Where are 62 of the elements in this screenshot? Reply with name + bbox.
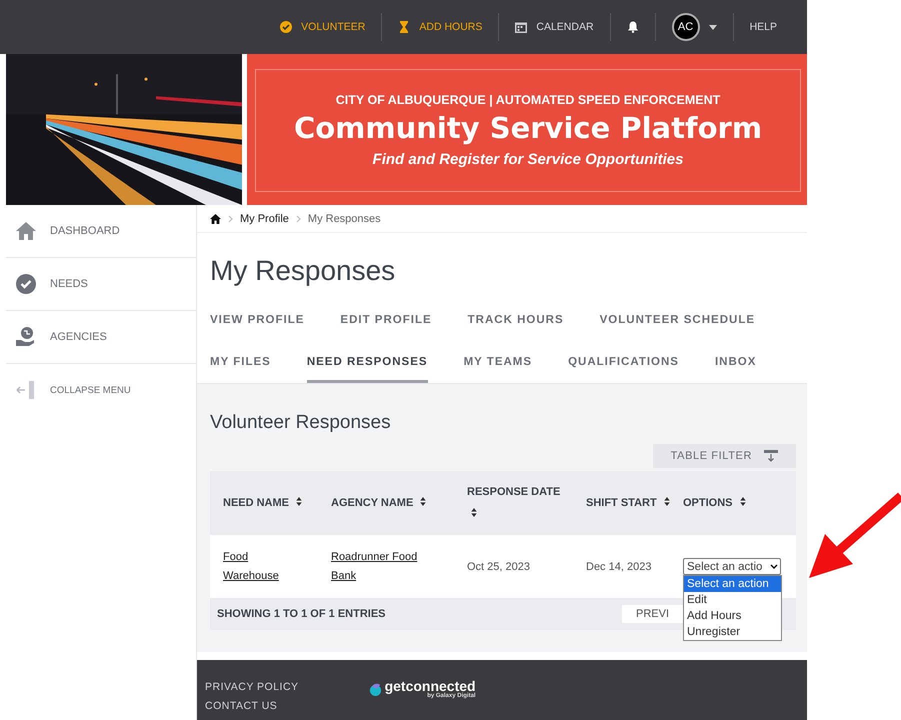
column-header[interactable]: NEED NAME — [210, 497, 318, 509]
dropdown-option[interactable]: Select an action — [684, 576, 781, 592]
footer-link[interactable]: PRIVACY POLICY — [205, 680, 299, 692]
sort-icon — [740, 497, 746, 506]
caret-icon — [708, 24, 717, 30]
section-title: Volunteer Responses — [210, 412, 392, 434]
tab[interactable]: MY TEAMS — [464, 341, 532, 383]
sort-icon — [471, 508, 477, 517]
nav-link[interactable]: ADD HOURS — [382, 21, 498, 33]
sort-icon — [664, 497, 670, 506]
table-cell-text: Dec 14, 2023 — [585, 560, 652, 572]
account-button[interactable]: AC — [656, 13, 733, 41]
dropdown-option[interactable]: Edit — [684, 592, 781, 608]
check-circle-icon — [280, 21, 292, 33]
column-header[interactable]: RESPONSE DATE — [454, 481, 573, 525]
tab[interactable]: TRACK HOURS — [468, 311, 564, 329]
bell-icon — [626, 21, 639, 33]
agency-link[interactable]: Roadrunner Food Bank — [331, 548, 426, 586]
nav-link[interactable]: VOLUNTEER — [264, 21, 382, 33]
check-circle-icon — [16, 274, 36, 294]
footer-link[interactable]: CONTACT US — [205, 700, 299, 712]
dropdown-option[interactable]: Unregister — [684, 624, 781, 640]
column-header[interactable]: AGENCY NAME — [318, 497, 454, 509]
sidebar-item[interactable]: NEEDS — [6, 258, 196, 311]
nav-link[interactable]: HELP — [734, 21, 793, 33]
breadcrumb-link[interactable]: My Profile — [240, 212, 289, 224]
table-cell-text: Oct 25, 2023 — [466, 560, 531, 572]
chevron-icon — [296, 214, 301, 222]
column-header[interactable]: OPTIONS — [670, 497, 796, 509]
logo-icon — [368, 682, 382, 696]
banner-title: Community Service Platform — [294, 111, 762, 145]
chevron-icon — [228, 214, 233, 222]
tab[interactable]: VIEW PROFILE — [210, 311, 304, 329]
dropdown-option[interactable]: Add Hours — [684, 608, 781, 624]
tab[interactable]: QUALIFICATIONS — [568, 341, 679, 383]
tab[interactable]: EDIT PROFILE — [340, 311, 432, 329]
table-filter-button[interactable]: TABLE FILTER — [652, 444, 796, 468]
calendar-icon — [515, 21, 528, 33]
home-icon — [16, 221, 36, 241]
tab[interactable]: VOLUNTEER SCHEDULE — [600, 311, 756, 329]
sort-icon — [420, 497, 426, 506]
collapse-icon — [16, 380, 36, 400]
page-title: My Responses — [210, 255, 396, 287]
sort-icon — [296, 497, 302, 506]
hourglass-icon — [398, 21, 410, 33]
column-header[interactable]: SHIFT START — [573, 492, 670, 514]
need-link[interactable]: Food Warehouse — [223, 548, 293, 586]
action-select[interactable]: Select an actio — [683, 558, 781, 575]
tab[interactable]: INBOX — [714, 341, 756, 383]
logo-wordmark: getconnected — [384, 679, 476, 693]
banner-subtitle: Find and Register for Service Opportunities — [372, 151, 684, 168]
sidebar-item[interactable]: DASHBOARD — [6, 205, 196, 258]
breadcrumb-link[interactable]: My Responses — [308, 212, 381, 224]
home-icon[interactable] — [210, 214, 221, 224]
nav-link[interactable]: CALENDAR — [499, 21, 610, 33]
tab[interactable]: MY FILES — [210, 341, 271, 383]
entries-count: SHOWING 1 TO 1 OF 1 ENTRIES — [217, 608, 386, 620]
sidebar-item[interactable]: AGENCIES — [6, 311, 196, 364]
chevron-down-icon — [770, 564, 778, 569]
sidebar-item[interactable]: COLLAPSE MENU — [6, 364, 196, 416]
filter-icon — [764, 450, 778, 462]
banner-kicker: CITY OF ALBUQUERQUE | AUTOMATED SPEED ENFORCEMENT — [336, 93, 720, 107]
